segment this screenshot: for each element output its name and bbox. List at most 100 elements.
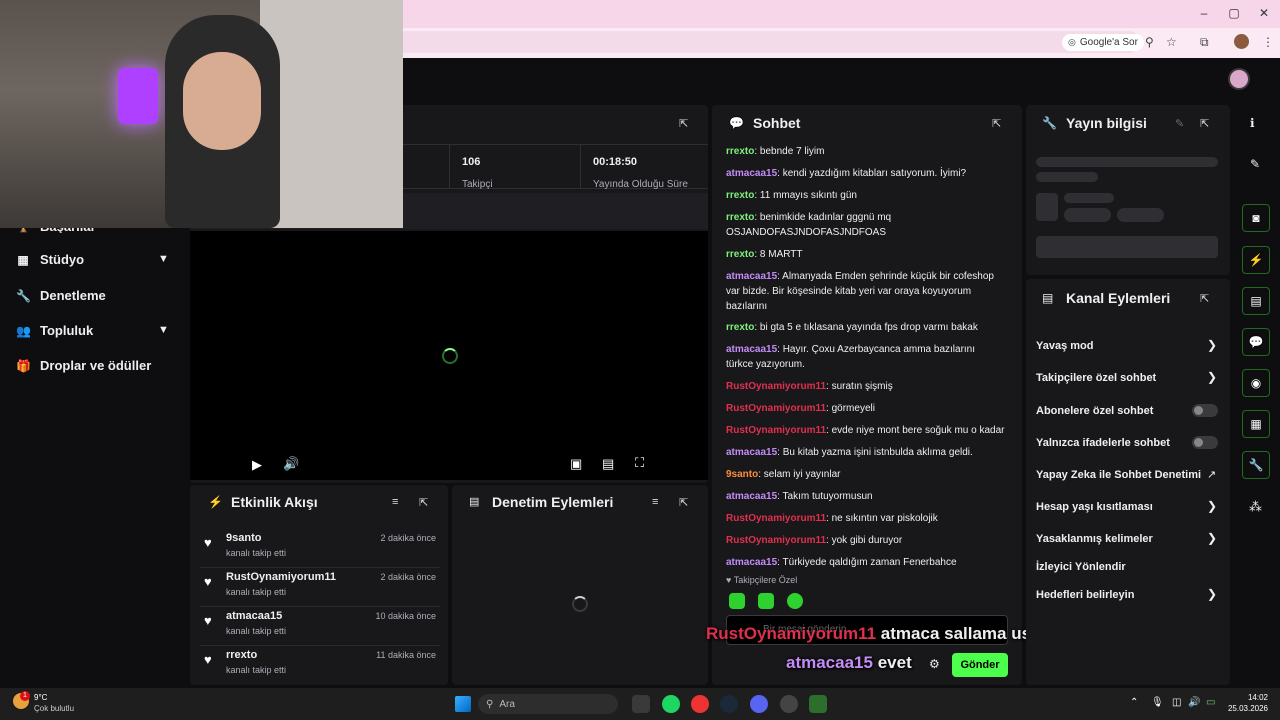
obs-icon[interactable] (780, 695, 798, 713)
app-icon[interactable] (809, 695, 827, 713)
chat-username[interactable]: RustOynamiyorum11 (726, 425, 826, 436)
popout-icon[interactable]: ⇱ (1200, 117, 1209, 130)
chat-username[interactable]: RustOynamiyorum11 (726, 535, 826, 546)
edit-pencil-icon[interactable]: ✎ (1250, 157, 1260, 171)
chevron-right-icon[interactable]: ❯ (1207, 499, 1217, 513)
chat-username[interactable]: atmacaa15 (726, 557, 777, 568)
activity-item[interactable]: ♥ RustOynamiyorum11 kanalı takip etti 2 … (200, 569, 440, 607)
task-view-icon[interactable] (632, 695, 650, 713)
emote-icon[interactable] (729, 593, 745, 609)
chat-username[interactable]: RustOynamiyorum11 (726, 381, 826, 392)
popout-icon[interactable]: ⇱ (679, 496, 688, 509)
google-ask-chip[interactable]: ◎ Google'a Sor (1062, 34, 1144, 51)
bookmark-star-icon[interactable]: ☆ (1166, 35, 1177, 49)
extensions-icon[interactable]: ⧉ (1200, 35, 1209, 50)
chat-username[interactable]: atmacaa15 (726, 491, 777, 502)
discord-icon[interactable] (750, 695, 768, 713)
goals-row[interactable]: Hedefleri belirleyin (1036, 589, 1134, 601)
raid-row[interactable]: İzleyici Yönlendir (1036, 561, 1126, 573)
account-age-row[interactable]: Hesap yaşı kısıtlaması (1036, 501, 1153, 513)
steam-icon[interactable] (720, 695, 738, 713)
nav-item-moderation[interactable]: 🔧 Denetleme (16, 288, 106, 303)
gift-icon[interactable] (758, 593, 774, 609)
chat-bubble-icon[interactable]: 💬 (1242, 328, 1270, 356)
nav-item-studio[interactable]: ▦ Stüdyo (16, 252, 84, 267)
chat-username[interactable]: rrexto (726, 249, 754, 260)
activity-item[interactable]: ♥ rrexto kanalı takip etti 11 dakika önc… (200, 647, 440, 685)
moderation-actions-panel (452, 485, 708, 685)
nav-item-community[interactable]: 👥 Topluluk (16, 323, 93, 338)
edit-pencil-icon[interactable]: ✎ (1175, 117, 1184, 130)
chevron-right-icon[interactable]: ❯ (1207, 531, 1217, 545)
banned-words-row[interactable]: Yasaklanmış kelimeler (1036, 533, 1153, 545)
zoom-icon[interactable]: ⚲ (1145, 35, 1154, 49)
browser-menu-icon[interactable]: ⋮ (1262, 35, 1274, 49)
chat-username[interactable]: atmacaa15 (726, 168, 777, 179)
nav-item-drops[interactable]: 🎁 Droplar ve ödüller (16, 358, 151, 373)
lightning-icon[interactable]: ⚡ (1242, 246, 1270, 274)
minimize-button[interactable]: – (1194, 6, 1214, 20)
maximize-button[interactable]: ▢ (1224, 6, 1244, 20)
popout-icon[interactable]: ⇱ (1200, 292, 1209, 305)
spotify-icon[interactable] (662, 695, 680, 713)
chat-username[interactable]: atmacaa15 (726, 271, 777, 282)
chrome-icon[interactable] (691, 695, 709, 713)
address-bar[interactable] (380, 31, 1140, 53)
filter-icon[interactable]: ≡ (392, 496, 398, 508)
info-icon[interactable]: ℹ (1250, 116, 1255, 130)
user-avatar[interactable] (1228, 68, 1250, 90)
chat-username[interactable]: rrexto (726, 146, 754, 157)
browser-profile-avatar[interactable] (1234, 34, 1249, 49)
chat-username[interactable]: RustOynamiyorum11 (726, 513, 826, 524)
chat-username[interactable]: rrexto (726, 212, 754, 223)
volume-icon[interactable]: 🔊 (283, 456, 299, 472)
chevron-right-icon[interactable]: ❯ (1207, 338, 1217, 352)
chevron-right-icon[interactable]: ❯ (1207, 370, 1217, 384)
activity-desc: kanalı takip etti (226, 626, 287, 636)
chat-username[interactable]: RustOynamiyorum11 (726, 403, 826, 414)
battery-icon[interactable]: ▭ (1206, 697, 1215, 708)
start-button[interactable] (455, 696, 471, 712)
clock-time[interactable]: 14:02 (1228, 693, 1268, 702)
chat-username[interactable]: atmacaa15 (726, 447, 777, 458)
external-link-icon[interactable]: ↗ (1207, 468, 1216, 481)
slow-mode-row[interactable]: Yavaş mod (1036, 340, 1093, 352)
microphone-icon[interactable]: 🎙 (1151, 697, 1164, 708)
clock-date[interactable]: 25.03.2026 (1222, 704, 1268, 713)
speaker-icon[interactable]: 🔊 (1188, 697, 1200, 708)
theatre-mode-icon[interactable]: ▤ (602, 456, 614, 472)
miniplayer-icon[interactable]: ▣ (570, 456, 582, 472)
wrench-icon[interactable]: 🔧 (1242, 451, 1270, 479)
document-icon[interactable]: ▤ (1242, 287, 1270, 315)
broadcast-icon[interactable]: ◉ (1242, 369, 1270, 397)
chat-username[interactable]: rrexto (726, 322, 754, 333)
chevron-down-icon[interactable]: ▼ (158, 253, 169, 265)
chat-settings-gear-icon[interactable]: ⚙ (929, 657, 940, 671)
popout-icon[interactable]: ⇱ (992, 117, 1001, 130)
popout-icon[interactable]: ⇱ (419, 496, 428, 509)
channel-actions-icon[interactable]: ▦ (1242, 410, 1270, 438)
chevron-right-icon[interactable]: ❯ (1207, 587, 1217, 601)
ai-moderation-row[interactable]: Yapay Zeka ile Sohbet Denetimi (1036, 469, 1201, 481)
chat-username[interactable]: rrexto (726, 190, 754, 201)
bits-icon[interactable] (787, 593, 803, 609)
fullscreen-icon[interactable]: ⛶ (635, 455, 644, 471)
add-widget-icon[interactable]: ⁂ (1249, 499, 1262, 515)
network-icon[interactable]: ◫ (1172, 697, 1181, 708)
activity-item[interactable]: ♥ atmacaa15 kanalı takip etti 10 dakika … (200, 608, 440, 646)
filter-icon[interactable]: ≡ (652, 496, 658, 508)
popout-icon[interactable]: ⇱ (679, 117, 688, 130)
subscribers-only-toggle[interactable] (1192, 404, 1218, 417)
play-icon[interactable]: ▶ (252, 457, 262, 473)
send-button[interactable]: Gönder (952, 653, 1008, 677)
chat-username[interactable]: 9santo (726, 469, 758, 480)
activity-item[interactable]: ♥ 9santo kanalı takip etti 2 dakika önce (200, 530, 440, 568)
chevron-down-icon[interactable]: ▼ (158, 324, 169, 336)
chat-username[interactable]: atmacaa15 (726, 344, 777, 355)
followers-only-chat-row[interactable]: Takipçilere özel sohbet (1036, 372, 1156, 384)
close-button[interactable]: ✕ (1254, 6, 1274, 20)
emote-only-toggle[interactable] (1192, 436, 1218, 449)
taskbar-search[interactable]: ⚲ Ara (478, 694, 618, 714)
tray-chevron-icon[interactable]: ⌃ (1130, 697, 1138, 708)
stream-camera-icon[interactable]: ◙ (1242, 204, 1270, 232)
